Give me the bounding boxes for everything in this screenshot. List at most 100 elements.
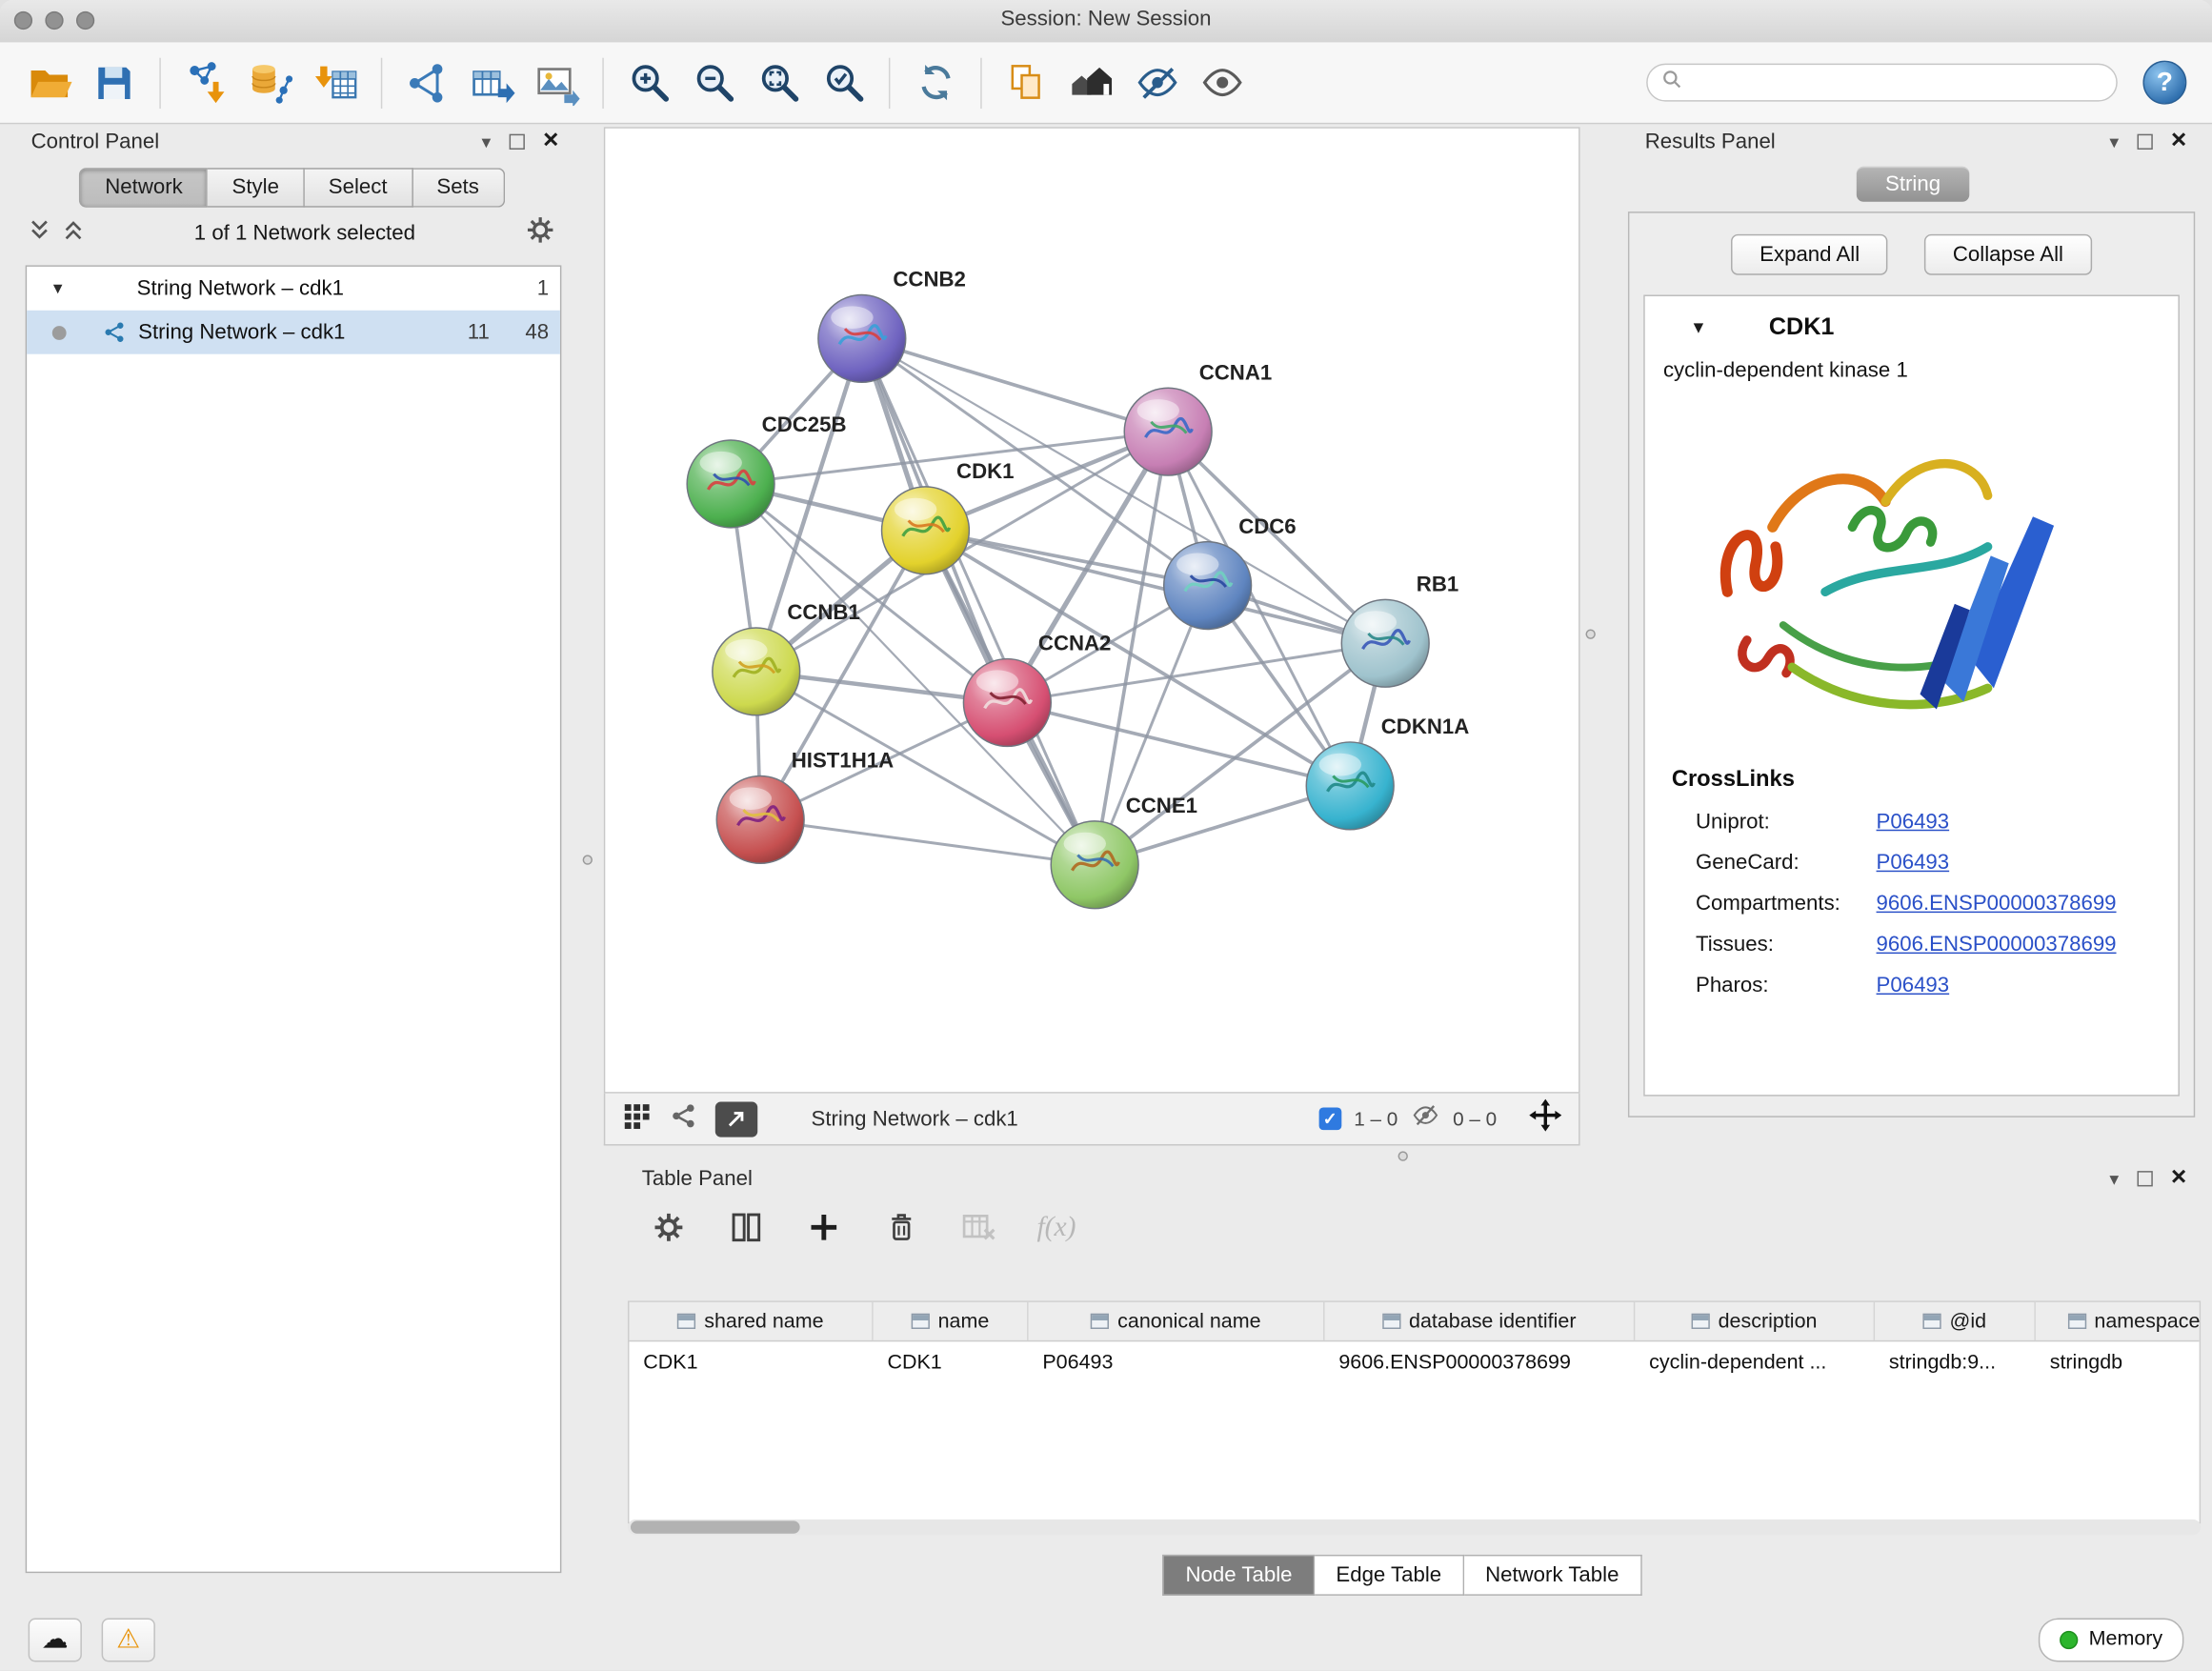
tab-network-table[interactable]: Network Table xyxy=(1464,1555,1641,1596)
crosslink-value[interactable]: P06493 xyxy=(1877,974,1950,997)
tab-style[interactable]: Style xyxy=(208,168,304,207)
network-edge[interactable] xyxy=(862,338,1095,864)
tab-sets[interactable]: Sets xyxy=(412,168,504,207)
move-crosshair-icon[interactable] xyxy=(1529,1099,1561,1138)
hidden-eye-icon[interactable] xyxy=(1411,1100,1440,1137)
duplicate-session-icon[interactable] xyxy=(997,53,1056,112)
panel-close-icon[interactable]: × xyxy=(543,131,558,151)
table-row[interactable]: CDK1CDK1P064939606.ENSP00000378699cyclin… xyxy=(629,1341,2199,1382)
column-sort-icon xyxy=(677,1314,695,1329)
tab-select[interactable]: Select xyxy=(305,168,413,207)
network-node-CCNB1[interactable]: CCNB1 xyxy=(713,600,860,715)
tab-edge-table[interactable]: Edge Table xyxy=(1315,1555,1464,1596)
crosslink-value[interactable]: P06493 xyxy=(1877,851,1950,875)
gene-detail-card: ▼ CDK1 cyclin-dependent kinase 1 xyxy=(1643,295,2180,1097)
show-columns-icon[interactable] xyxy=(727,1208,766,1247)
expand-all-icon[interactable] xyxy=(62,218,85,248)
refresh-layout-icon[interactable] xyxy=(906,53,965,112)
network-label: String Network – cdk1 xyxy=(138,320,441,344)
tab-node-table[interactable]: Node Table xyxy=(1163,1555,1315,1596)
splitter-handle[interactable] xyxy=(583,855,593,864)
zoom-in-icon[interactable] xyxy=(619,53,678,112)
delete-column-icon[interactable] xyxy=(882,1208,921,1247)
crosslink-label: Pharos: xyxy=(1696,974,1877,997)
column-header--id[interactable]: @id xyxy=(1875,1302,2036,1340)
export-network-table-icon[interactable] xyxy=(463,53,522,112)
tab-network[interactable]: Network xyxy=(80,168,209,207)
panel-collapse-icon[interactable]: ▾ xyxy=(2109,131,2119,150)
scrollbar-thumb[interactable] xyxy=(631,1520,800,1533)
network-from-selection-icon[interactable] xyxy=(398,53,457,112)
search-box[interactable] xyxy=(1646,64,2118,102)
help-button[interactable]: ? xyxy=(2142,61,2186,105)
network-node-CDC25B[interactable]: CDC25B xyxy=(687,413,846,528)
tree-expander-icon[interactable]: ▼ xyxy=(47,280,70,297)
network-collection-row[interactable]: ▼ String Network – cdk1 1 xyxy=(27,267,560,311)
column-header-namespace[interactable]: namespace xyxy=(2036,1302,2201,1340)
collapse-all-icon[interactable] xyxy=(29,218,51,248)
network-node-CDC6[interactable]: CDC6 xyxy=(1164,514,1297,630)
zoom-fit-icon[interactable] xyxy=(749,53,808,112)
network-node-CCNE1[interactable]: CCNE1 xyxy=(1051,794,1197,909)
panel-close-icon[interactable]: × xyxy=(2171,1167,2186,1188)
node-label: CDC25B xyxy=(762,413,847,436)
column-header-database-identifier[interactable]: database identifier xyxy=(1325,1302,1636,1340)
network-node-RB1[interactable]: RB1 xyxy=(1341,572,1458,687)
table-panel: Table Panel ▾ × f(x) shared namenamecano… xyxy=(604,1164,2201,1604)
save-session-icon[interactable] xyxy=(85,53,144,112)
network-canvas[interactable]: CCNB2CCNA1CDC25BCDK1CDC6RB1CCNB1CCNA2CDK… xyxy=(604,127,1580,1093)
column-header-name[interactable]: name xyxy=(874,1302,1029,1340)
panel-float-icon[interactable] xyxy=(2137,1170,2152,1185)
network-node-CDKN1A[interactable]: CDKN1A xyxy=(1306,715,1469,830)
table-settings-gear-icon[interactable] xyxy=(649,1208,688,1247)
warnings-button[interactable]: ⚠ xyxy=(102,1618,155,1661)
import-table-icon[interactable] xyxy=(306,53,365,112)
collapse-all-button[interactable]: Collapse All xyxy=(1924,234,2091,275)
network-node-HIST1H1A[interactable]: HIST1H1A xyxy=(716,749,894,864)
panel-float-icon[interactable] xyxy=(509,133,524,149)
network-row-selected[interactable]: String Network – cdk1 11 48 xyxy=(27,311,560,354)
splitter-handle[interactable] xyxy=(1398,1151,1408,1160)
gear-icon[interactable] xyxy=(525,213,556,252)
column-header-description[interactable]: description xyxy=(1635,1302,1875,1340)
zoom-selected-icon[interactable] xyxy=(814,53,873,112)
memory-button[interactable]: Memory xyxy=(2038,1618,2183,1661)
panel-collapse-icon[interactable]: ▾ xyxy=(2109,1169,2119,1187)
panel-close-icon[interactable]: × xyxy=(2171,131,2186,151)
collapse-gene-icon[interactable]: ▼ xyxy=(1690,317,1707,337)
search-input[interactable] xyxy=(1693,70,2101,95)
crosslink-value[interactable]: 9606.ENSP00000378699 xyxy=(1877,892,2117,916)
show-results-icon[interactable] xyxy=(1192,53,1251,112)
crosslink-value[interactable]: P06493 xyxy=(1877,810,1950,834)
zoom-out-icon[interactable] xyxy=(684,53,743,112)
panel-collapse-icon[interactable]: ▾ xyxy=(482,131,492,150)
splitter-handle[interactable] xyxy=(1585,629,1595,638)
birdseye-view-icon[interactable] xyxy=(622,1099,654,1137)
expand-all-button[interactable]: Expand All xyxy=(1732,234,1888,275)
panel-float-icon[interactable] xyxy=(2137,133,2152,149)
home-icon[interactable] xyxy=(1062,53,1121,112)
export-image-icon[interactable] xyxy=(528,53,587,112)
crosslink-value[interactable]: 9606.ENSP00000378699 xyxy=(1877,933,2117,956)
toolbar-separator xyxy=(602,57,603,108)
import-network-database-icon[interactable] xyxy=(241,53,300,112)
cloud-status-button[interactable]: ☁ xyxy=(29,1618,82,1661)
horizontal-scrollbar[interactable] xyxy=(628,1520,2201,1535)
toolbar-separator xyxy=(889,57,890,108)
add-column-icon[interactable] xyxy=(804,1208,843,1247)
column-header-shared-name[interactable]: shared name xyxy=(629,1302,873,1340)
open-session-icon[interactable] xyxy=(20,53,79,112)
network-node-CDK1[interactable]: CDK1 xyxy=(882,459,1015,574)
column-header-canonical-name[interactable]: canonical name xyxy=(1029,1302,1325,1340)
network-edge[interactable] xyxy=(760,819,1095,864)
results-tab-string[interactable]: String xyxy=(1857,167,1969,202)
node-label: CDC6 xyxy=(1238,514,1296,538)
selected-checkbox-icon[interactable]: ✓ xyxy=(1318,1107,1341,1130)
network-edge[interactable] xyxy=(862,338,1168,432)
import-network-file-icon[interactable] xyxy=(176,53,235,112)
network-node-CCNA1[interactable]: CCNA1 xyxy=(1124,360,1272,475)
hide-results-icon[interactable] xyxy=(1127,53,1186,112)
open-in-new-window-button[interactable] xyxy=(715,1101,757,1137)
table-cell: stringdb:9... xyxy=(1875,1351,2036,1374)
share-network-icon[interactable] xyxy=(670,1101,698,1137)
